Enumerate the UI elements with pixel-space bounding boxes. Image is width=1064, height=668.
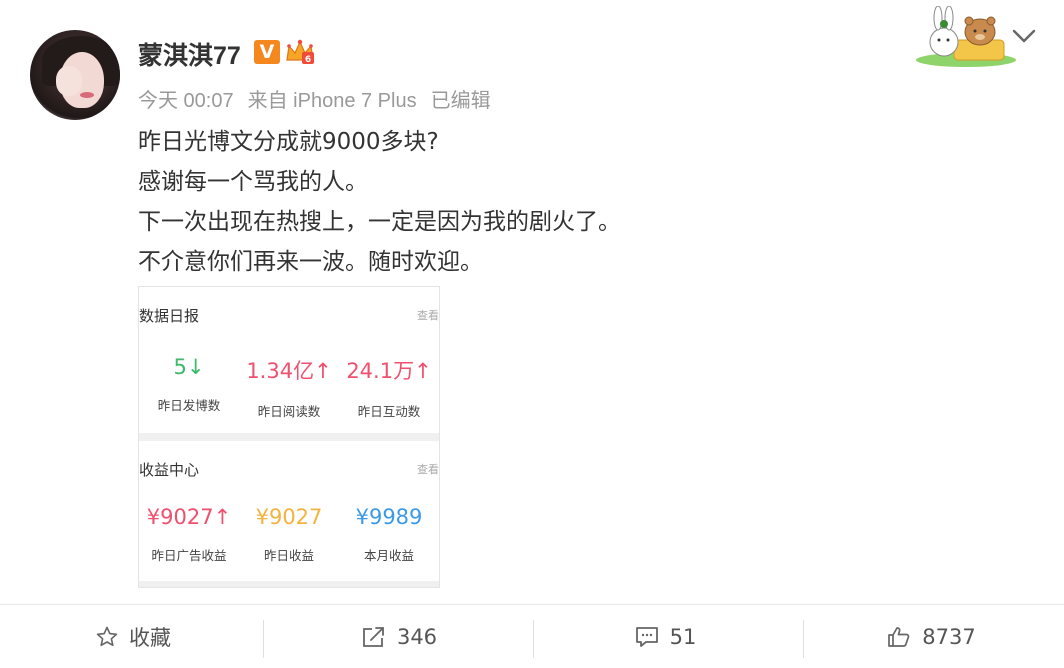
stat-value: ¥9027 xyxy=(255,505,323,529)
post-text-line: 昨日光博文分成就9000多块? xyxy=(138,129,439,155)
income-center-title: 收益中心 xyxy=(139,461,200,479)
stat-value: 24.1万↑ xyxy=(346,359,432,383)
post-edited-label[interactable]: 已编辑 xyxy=(431,90,491,112)
income-center-link: 查看 xyxy=(417,463,439,476)
post-text-line: 感谢每一个骂我的人。 xyxy=(138,169,368,195)
stat-reads: 1.34亿↑ 昨日阅读数 xyxy=(239,355,339,420)
repost-count: 346 xyxy=(396,625,438,649)
data-report-link: 查看 xyxy=(417,309,439,322)
verified-badge-icon[interactable]: V xyxy=(254,40,280,64)
stat-value: ¥9027↑ xyxy=(146,505,232,529)
stat-daily-income: ¥9027 昨日收益 xyxy=(239,505,339,564)
post-image[interactable]: 数据日报 查看 5↓ 昨日发博数 1.34亿↑ 昨日阅读数 24.1万↑ 昨日互… xyxy=(138,286,440,588)
income-center-panel: 收益中心 查看 ¥9027↑ 昨日广告收益 ¥9027 昨日收益 ¥9989 本… xyxy=(139,441,439,581)
svg-text:6: 6 xyxy=(305,55,311,65)
crown-badge-icon[interactable]: 6 xyxy=(284,38,316,66)
stat-label: 昨日发博数 xyxy=(157,398,221,413)
stat-value: 5↓ xyxy=(173,355,205,379)
avatar-lips xyxy=(80,92,94,98)
star-icon xyxy=(96,626,118,647)
stat-monthly-income: ¥9989 本月收益 xyxy=(339,505,439,564)
chevron-down-icon[interactable] xyxy=(1010,26,1038,46)
data-report-panel: 数据日报 查看 5↓ 昨日发博数 1.34亿↑ 昨日阅读数 24.1万↑ 昨日互… xyxy=(139,287,439,433)
stat-label: 昨日阅读数 xyxy=(257,404,321,419)
post-time[interactable]: 今天 00:07 xyxy=(138,90,234,112)
bunny-bear-sticker-icon[interactable] xyxy=(914,6,1018,68)
post-meta: 今天 00:07 来自 iPhone 7 Plus 已编辑 xyxy=(138,84,505,113)
post-text-line: 不介意你们再来一波。随时欢迎。 xyxy=(138,249,483,275)
data-report-title: 数据日报 xyxy=(139,307,200,325)
stat-interactions: 24.1万↑ 昨日互动数 xyxy=(339,355,439,420)
share-icon xyxy=(363,627,384,647)
post-source: 来自 iPhone 7 Plus xyxy=(247,90,417,112)
thumbs-up-icon xyxy=(888,627,910,647)
footer-divider xyxy=(0,604,1064,605)
comment-icon xyxy=(635,627,658,647)
weibo-post: 蒙淇淇77 V 6 今天 00:07 来自 iPhone 7 Plus 已编辑 昨日… xyxy=(0,0,1064,668)
avatar-hand xyxy=(56,66,82,96)
favorite-button[interactable]: 收藏 xyxy=(0,606,266,668)
stat-label: 本月收益 xyxy=(363,548,414,563)
like-button[interactable]: 8737 xyxy=(798,606,1064,668)
stat-posts: 5↓ 昨日发博数 xyxy=(139,355,239,414)
repost-button[interactable]: 346 xyxy=(266,606,532,668)
comment-count: 51 xyxy=(669,625,697,649)
stat-ad-income: ¥9027↑ 昨日广告收益 xyxy=(139,505,239,564)
stat-label: 昨日广告收益 xyxy=(151,548,227,563)
author-name[interactable]: 蒙淇淇77 xyxy=(138,36,241,72)
stat-label: 昨日收益 xyxy=(263,548,314,563)
avatar[interactable] xyxy=(30,30,120,120)
footer-separator xyxy=(263,620,264,658)
comment-button[interactable]: 51 xyxy=(532,606,798,668)
stat-value: ¥9989 xyxy=(355,505,423,529)
post-text-line: 下一次出现在热搜上，一定是因为我的剧火了。 xyxy=(138,209,621,235)
favorite-label: 收藏 xyxy=(129,626,171,650)
stat-label: 昨日互动数 xyxy=(357,404,421,419)
like-count: 8737 xyxy=(922,625,976,649)
stat-value: 1.34亿↑ xyxy=(246,359,332,383)
